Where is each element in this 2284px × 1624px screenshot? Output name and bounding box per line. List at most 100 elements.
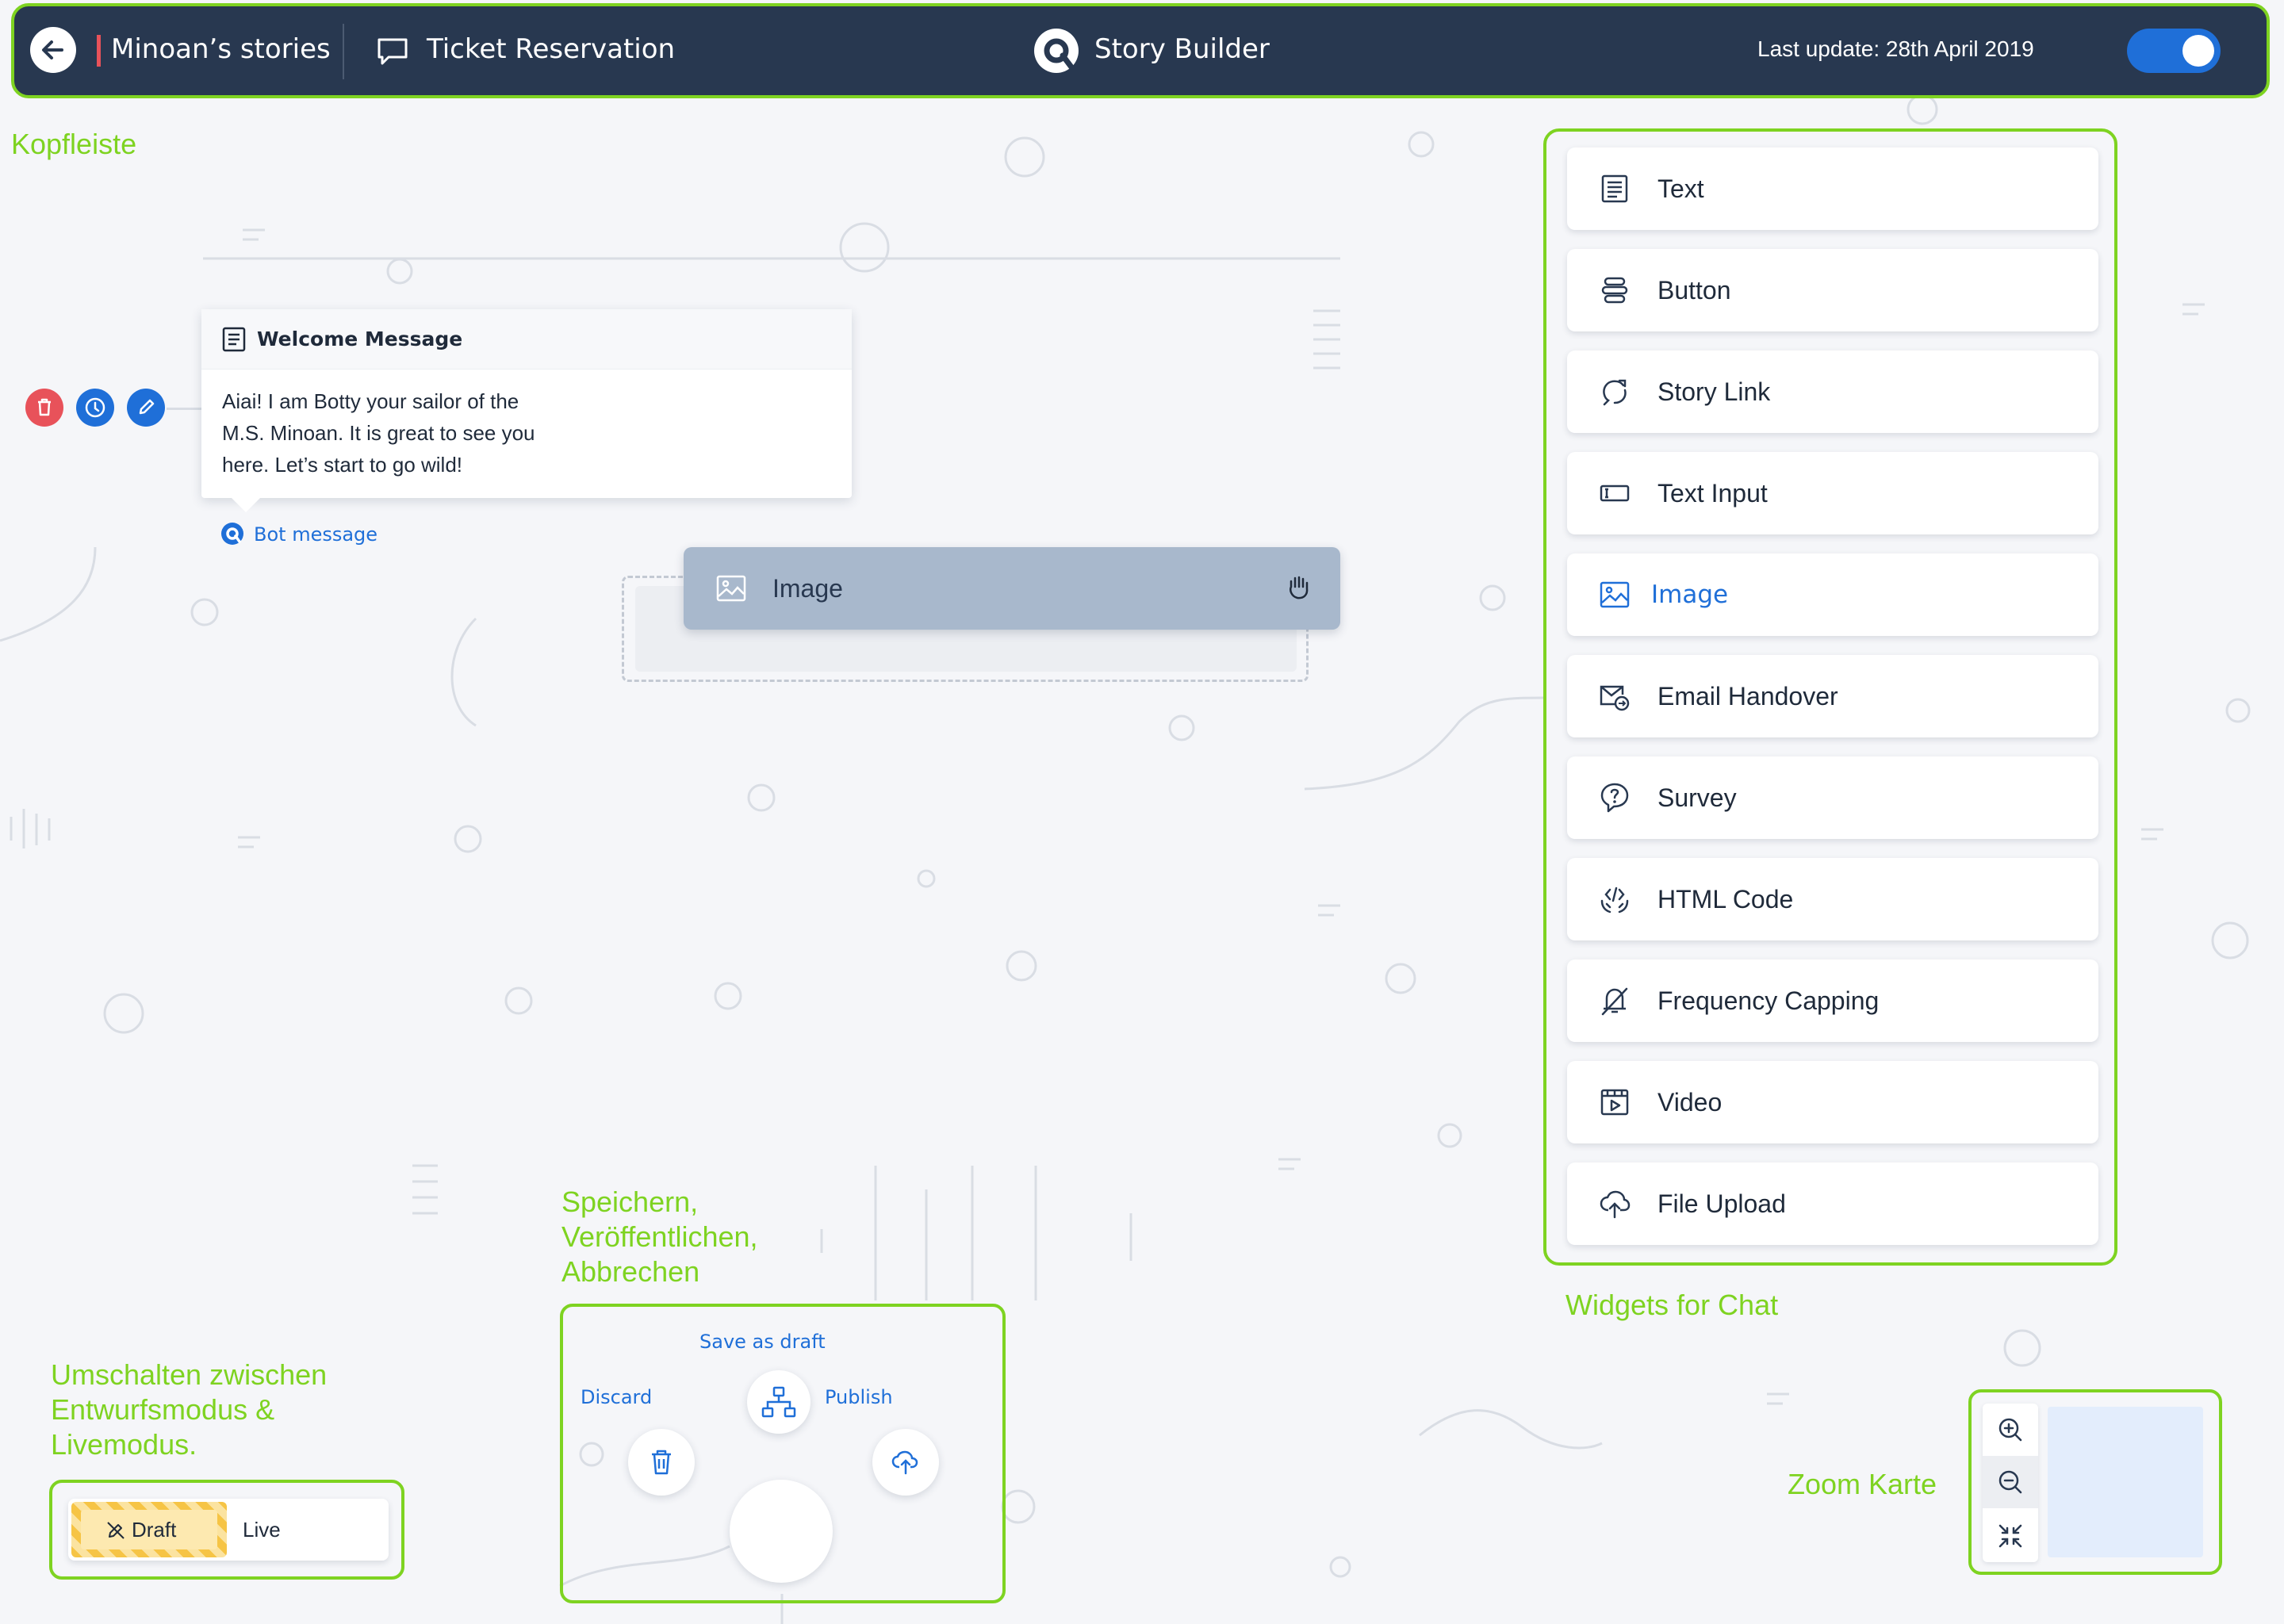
file-upload-icon	[1600, 1190, 1631, 1219]
annotation-mode: Umschalten zwischen Entwurfsmodus & Live…	[51, 1358, 327, 1462]
q-logo-icon	[1033, 27, 1080, 75]
app-name: Story Builder	[1094, 33, 1270, 65]
widget-label: Image	[1651, 580, 1729, 609]
mode-switch[interactable]: Draft Live	[68, 1499, 389, 1561]
actions-panel: Save as draft Discard Publish	[560, 1304, 1006, 1603]
back-button[interactable]	[30, 27, 76, 73]
chat-bubble-icon	[376, 36, 409, 67]
info-icon	[85, 397, 105, 418]
card-title: Welcome Message	[257, 327, 463, 350]
dragging-widget-label: Image	[772, 574, 843, 603]
project-name[interactable]: Minoan’s stories	[111, 33, 331, 65]
card-message: Aiai! I am Botty your sailor of the M.S.…	[222, 385, 666, 481]
button-icon	[1601, 277, 1628, 304]
annotation-line: Livemodus.	[51, 1428, 197, 1461]
zoom-panel	[1968, 1389, 2222, 1575]
mode-toggle-panel: Draft Live	[49, 1480, 404, 1580]
live-label[interactable]: Live	[243, 1499, 281, 1561]
card-pointer	[230, 496, 262, 512]
discard-label[interactable]: Discard	[581, 1386, 652, 1408]
widget-label: HTML Code	[1657, 885, 1794, 914]
widget-label: Frequency Capping	[1657, 986, 1880, 1015]
draft-option[interactable]: Draft	[71, 1502, 227, 1557]
q-logo-icon	[221, 523, 243, 545]
widget-frequency-capping[interactable]: Frequency Capping	[1567, 959, 2098, 1042]
annotation-line: Entwurfsmodus &	[51, 1393, 275, 1426]
image-icon	[1600, 581, 1630, 608]
trash-icon	[652, 1450, 671, 1475]
annotation-zoom: Zoom Karte	[1788, 1468, 1937, 1500]
card-header: Welcome Message	[201, 309, 852, 370]
widget-text-input[interactable]: Text Input	[1567, 452, 2098, 534]
widgets-panel: Text Button Story Link Text Input Image	[1543, 128, 2117, 1266]
story-name[interactable]: Ticket Reservation	[427, 33, 675, 65]
last-update-text: Last update: 28th April 2019	[1757, 36, 2034, 61]
fit-screen-button[interactable]	[1983, 1508, 2038, 1562]
pencil-off-icon	[107, 1522, 125, 1539]
text-lines-icon	[222, 327, 246, 352]
widget-video[interactable]: Video	[1567, 1061, 2098, 1143]
text-lines-icon	[1601, 174, 1628, 203]
welcome-message-card[interactable]: Welcome Message Aiai! I am Botty your sa…	[201, 309, 852, 498]
story-link-icon	[1603, 379, 1627, 406]
grab-hand-icon	[1290, 576, 1309, 599]
annotation-line: Veröffentlichen,	[561, 1220, 758, 1253]
draft-label: Draft	[132, 1518, 177, 1542]
card-message-line: here. Let’s start to go wild!	[222, 453, 463, 477]
zoom-controls	[1983, 1404, 2038, 1562]
header-toggle[interactable]	[2127, 29, 2221, 73]
arrow-left-icon	[42, 40, 63, 59]
widget-label: Survey	[1657, 783, 1737, 812]
toggle-knob	[2182, 35, 2214, 67]
project-accent-bar	[97, 35, 101, 67]
publish-label[interactable]: Publish	[825, 1386, 893, 1408]
annotation-line: Speichern,	[561, 1185, 699, 1218]
widget-label: Text	[1657, 174, 1704, 203]
email-handover-icon	[1600, 685, 1630, 711]
delete-icon	[38, 398, 51, 416]
card-message-line: M.S. Minoan. It is great to see you	[222, 421, 535, 445]
card-message-line: Aiai! I am Botty your sailor of the	[222, 389, 519, 413]
annotation-widgets: Widgets for Chat	[1565, 1289, 1779, 1321]
frequency-capping-icon	[1601, 987, 1628, 1016]
widget-label: File Upload	[1657, 1189, 1786, 1218]
image-icon	[716, 575, 746, 602]
zoom-out-button[interactable]	[1983, 1456, 2038, 1508]
annotation-header: Kopfleiste	[11, 128, 137, 160]
widget-image[interactable]: Image	[1567, 553, 2098, 636]
zoom-in-icon	[1998, 1418, 2022, 1442]
widget-label: Text Input	[1657, 479, 1768, 508]
header-bar: Minoan’s stories Ticket Reservation Stor…	[11, 3, 2270, 98]
survey-icon	[1600, 783, 1629, 813]
widget-story-link[interactable]: Story Link	[1567, 350, 2098, 433]
publish-button[interactable]	[872, 1429, 939, 1496]
sitemap-icon	[761, 1386, 796, 1418]
annotation-line: Umschalten zwischen	[51, 1358, 328, 1391]
dragging-image-widget[interactable]: Image	[684, 547, 1340, 630]
minimap[interactable]	[2048, 1407, 2203, 1557]
edit-icon	[139, 399, 155, 415]
zoom-in-button[interactable]	[1983, 1404, 2038, 1456]
save-draft-icon-button[interactable]	[747, 1370, 811, 1434]
widget-label: Email Handover	[1657, 682, 1838, 710]
widget-label: Button	[1657, 276, 1731, 304]
widget-html-code[interactable]: HTML Code	[1567, 858, 2098, 940]
node-edit-button[interactable]	[127, 389, 165, 427]
actions-main-button[interactable]	[730, 1480, 833, 1583]
widget-text[interactable]: Text	[1567, 147, 2098, 230]
annotation-line: Abbrechen	[561, 1255, 700, 1288]
widget-email-handover[interactable]: Email Handover	[1567, 655, 2098, 737]
node-info-button[interactable]	[76, 389, 114, 427]
discard-button[interactable]	[628, 1429, 695, 1496]
node-delete-button[interactable]	[25, 389, 63, 427]
widget-button[interactable]: Button	[1567, 249, 2098, 331]
widget-file-upload[interactable]: File Upload	[1567, 1162, 2098, 1245]
widget-survey[interactable]: Survey	[1567, 756, 2098, 839]
zoom-out-icon	[1998, 1470, 2022, 1494]
cloud-upload-icon	[891, 1450, 918, 1475]
save-draft-button[interactable]: Save as draft	[699, 1331, 826, 1353]
node-connector-line	[167, 408, 201, 410]
header-divider	[343, 24, 344, 79]
widget-label: Story Link	[1657, 377, 1771, 406]
bot-message-label: Bot message	[254, 523, 378, 546]
